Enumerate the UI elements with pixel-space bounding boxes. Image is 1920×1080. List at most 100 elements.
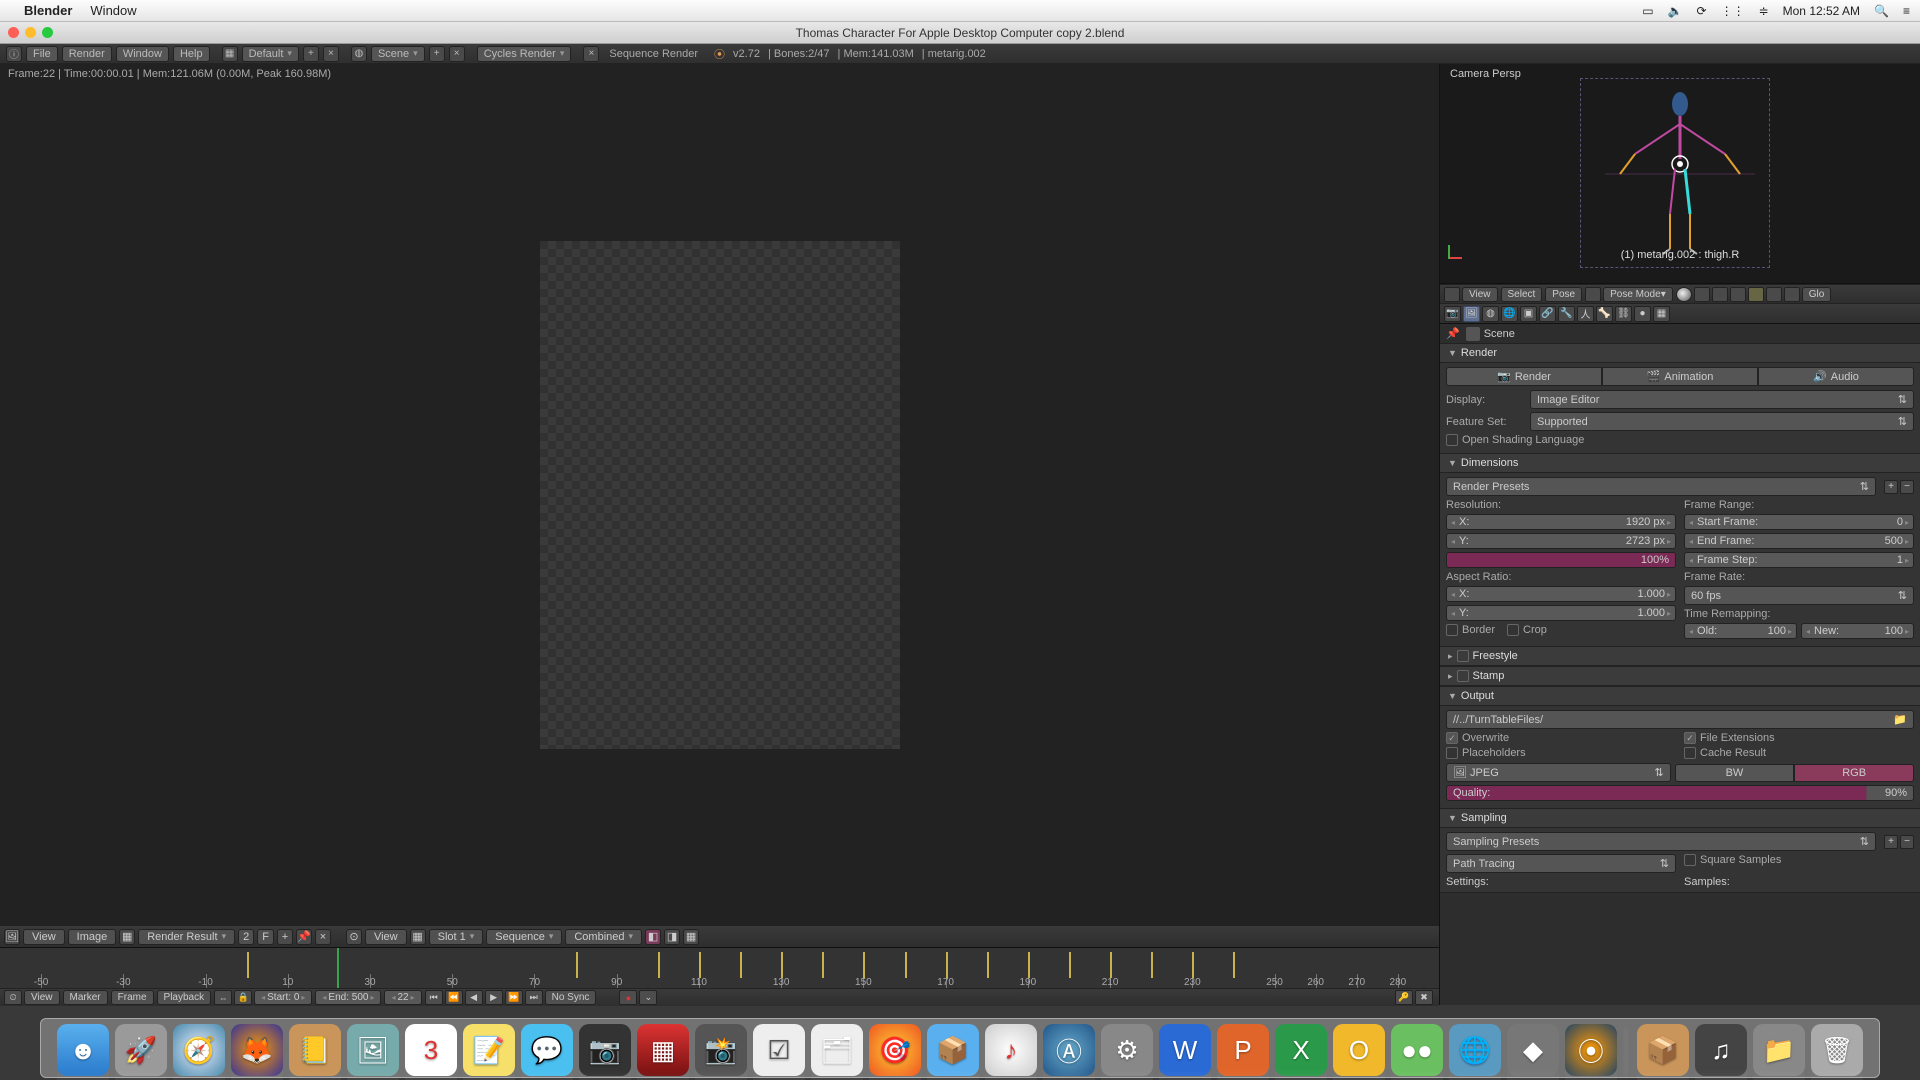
res-x-field[interactable]: ◂X:1920 px▸ — [1446, 514, 1676, 530]
quality-slider[interactable]: Quality:90% — [1446, 785, 1914, 801]
tab-object-icon[interactable]: ▣ — [1520, 306, 1537, 322]
app-menu[interactable]: Blender — [24, 3, 72, 18]
play-icon[interactable]: ▶ — [485, 990, 503, 1005]
osl-checkbox[interactable]: Open Shading Language — [1446, 434, 1584, 446]
aspect-y-field[interactable]: ◂Y:1.000▸ — [1446, 605, 1676, 621]
editor-type-icon[interactable]: 🖼 — [4, 929, 20, 945]
overwrite-checkbox[interactable]: ✓Overwrite — [1446, 732, 1676, 744]
clock[interactable]: Mon 12:52 AM — [1783, 4, 1860, 18]
dock-excel[interactable]: X — [1275, 1024, 1327, 1076]
play-rev-icon[interactable]: ◀ — [465, 990, 483, 1005]
tab-material-icon[interactable]: ● — [1634, 306, 1651, 322]
delete-key-icon[interactable]: ✖ — [1415, 990, 1433, 1005]
tab-bone-constraint-icon[interactable]: ⛓ — [1615, 306, 1632, 322]
mode-selector[interactable]: Pose Mode ▾ — [1603, 287, 1673, 302]
dock-trash[interactable]: 🗑 — [1811, 1024, 1863, 1076]
dock-messages[interactable]: 💬 — [521, 1024, 573, 1076]
jump-end-icon[interactable]: ⏭ — [525, 990, 543, 1005]
proportional-icon[interactable] — [1766, 287, 1782, 302]
sampling-preset-add-icon[interactable]: + — [1884, 835, 1898, 849]
dock-finder[interactable]: ☻ — [57, 1024, 109, 1076]
tab-world-icon[interactable]: 🌐 — [1501, 306, 1518, 322]
sync-mode[interactable]: No Sync — [545, 990, 597, 1005]
display-icon[interactable]: ▭ — [1642, 4, 1653, 18]
breadcrumb-scene[interactable]: Scene — [1484, 328, 1515, 340]
dock-folder2[interactable]: 📁 — [1753, 1024, 1805, 1076]
menu-help[interactable]: Help — [173, 46, 210, 62]
minimize-window-button[interactable] — [25, 27, 36, 38]
window-menu[interactable]: Window — [90, 3, 136, 18]
folder-icon[interactable]: 📁 — [1893, 713, 1907, 726]
bluetooth-icon[interactable]: ≑ — [1759, 4, 1769, 18]
timeline-ruler[interactable]: -50-30-101030507090110130150170190210230… — [0, 948, 1439, 988]
animation-button[interactable]: 🎬Animation — [1602, 367, 1758, 386]
screen-layout[interactable]: Default — [242, 46, 299, 62]
orientation[interactable]: Glo — [1802, 287, 1832, 302]
notifications-icon[interactable]: ≡ — [1903, 4, 1910, 18]
pass-select[interactable]: Combined — [565, 929, 642, 945]
dock-safari[interactable]: 🧭 — [173, 1024, 225, 1076]
tab-modifiers-icon[interactable]: 🔧 — [1558, 306, 1575, 322]
frame-step-field[interactable]: ◂Frame Step:1▸ — [1684, 552, 1914, 568]
tab-constraints-icon[interactable]: 🔗 — [1539, 306, 1556, 322]
dock-firefox[interactable]: 🦊 — [231, 1024, 283, 1076]
current-frame-field[interactable]: ◂22▸ — [384, 990, 421, 1005]
img-image-menu[interactable]: Image — [68, 929, 117, 945]
scene-selector[interactable]: Scene — [371, 46, 425, 62]
close-window-button[interactable] — [8, 27, 19, 38]
lock-icon[interactable]: 🔒 — [234, 990, 252, 1005]
preset-add-icon[interactable]: + — [1884, 480, 1898, 494]
timemachine-icon[interactable]: ⟳ — [1697, 4, 1707, 18]
channel-alpha-icon[interactable]: ◨ — [664, 929, 680, 945]
wifi-icon[interactable]: ⋮⋮ — [1721, 4, 1745, 18]
file-ext-checkbox[interactable]: ✓File Extensions — [1684, 732, 1914, 744]
rgb-button[interactable]: RGB — [1794, 764, 1914, 782]
dock-app5[interactable]: 🌐 — [1449, 1024, 1501, 1076]
crop-checkbox[interactable]: Crop — [1507, 624, 1547, 636]
dock-preview[interactable]: 🖼 — [347, 1024, 399, 1076]
image-add-icon[interactable]: + — [277, 929, 293, 945]
start-frame-field[interactable]: ◂Start Frame:0▸ — [1684, 514, 1914, 530]
tab-scene-icon[interactable]: ◍ — [1482, 306, 1499, 322]
vp-pose-menu[interactable]: Pose — [1545, 287, 1582, 302]
featureset-dropdown[interactable]: Supported⇅ — [1530, 412, 1914, 431]
integrator-dropdown[interactable]: Path Tracing⇅ — [1446, 854, 1676, 873]
dock-contacts[interactable]: 📒 — [289, 1024, 341, 1076]
sampling-preset-remove-icon[interactable]: − — [1900, 835, 1914, 849]
end-frame-field[interactable]: ◂End Frame:500▸ — [1684, 533, 1914, 549]
shading-icon[interactable] — [1676, 287, 1692, 302]
dock-settings[interactable]: ⚙ — [1101, 1024, 1153, 1076]
keying-set-icon[interactable]: ⌄ — [639, 990, 657, 1005]
pin-icon[interactable]: 📌 — [296, 929, 312, 945]
border-checkbox[interactable]: Border — [1446, 624, 1495, 636]
snap-icon[interactable] — [1748, 287, 1764, 302]
range-icon[interactable]: ⇔ — [214, 990, 232, 1005]
res-percentage-slider[interactable]: 100% — [1446, 552, 1676, 568]
vp-view-menu[interactable]: View — [1462, 287, 1498, 302]
editor-type-icon[interactable] — [1444, 287, 1460, 302]
tab-render-icon[interactable]: 📷 — [1444, 306, 1461, 322]
layers-icon[interactable] — [1730, 287, 1746, 302]
spotlight-icon[interactable]: 🔍 — [1874, 4, 1889, 18]
image-browse-icon[interactable]: ▦ — [119, 929, 135, 945]
jump-start-icon[interactable]: ⏮ — [425, 990, 443, 1005]
pivot-icon[interactable] — [1694, 287, 1710, 302]
layout-del-icon[interactable]: × — [323, 46, 339, 62]
tab-data-icon[interactable]: 人 — [1577, 306, 1594, 322]
dock-itunes[interactable]: ♪ — [985, 1024, 1037, 1076]
seq-close-icon[interactable]: × — [583, 46, 599, 62]
scene-del-icon[interactable]: × — [449, 46, 465, 62]
end-frame-field[interactable]: ◂End: 500▸ — [315, 990, 381, 1005]
dock-word[interactable]: W — [1159, 1024, 1211, 1076]
volume-icon[interactable]: 🔈 — [1668, 4, 1683, 18]
image-datablock[interactable]: Render Result — [138, 929, 235, 945]
aspect-x-field[interactable]: ◂X:1.000▸ — [1446, 586, 1676, 602]
tl-view[interactable]: View — [24, 990, 60, 1005]
sampling-panel-header[interactable]: ▼Sampling — [1440, 809, 1920, 828]
tab-texture-icon[interactable]: ▦ — [1653, 306, 1670, 322]
dock-photobooth[interactable]: 📸 — [695, 1024, 747, 1076]
channel-color-icon[interactable]: ◧ — [645, 929, 661, 945]
editor-type-icon[interactable]: ⓘ — [6, 46, 22, 62]
dock-powerpoint[interactable]: P — [1217, 1024, 1269, 1076]
dock-app1[interactable]: ▦ — [637, 1024, 689, 1076]
